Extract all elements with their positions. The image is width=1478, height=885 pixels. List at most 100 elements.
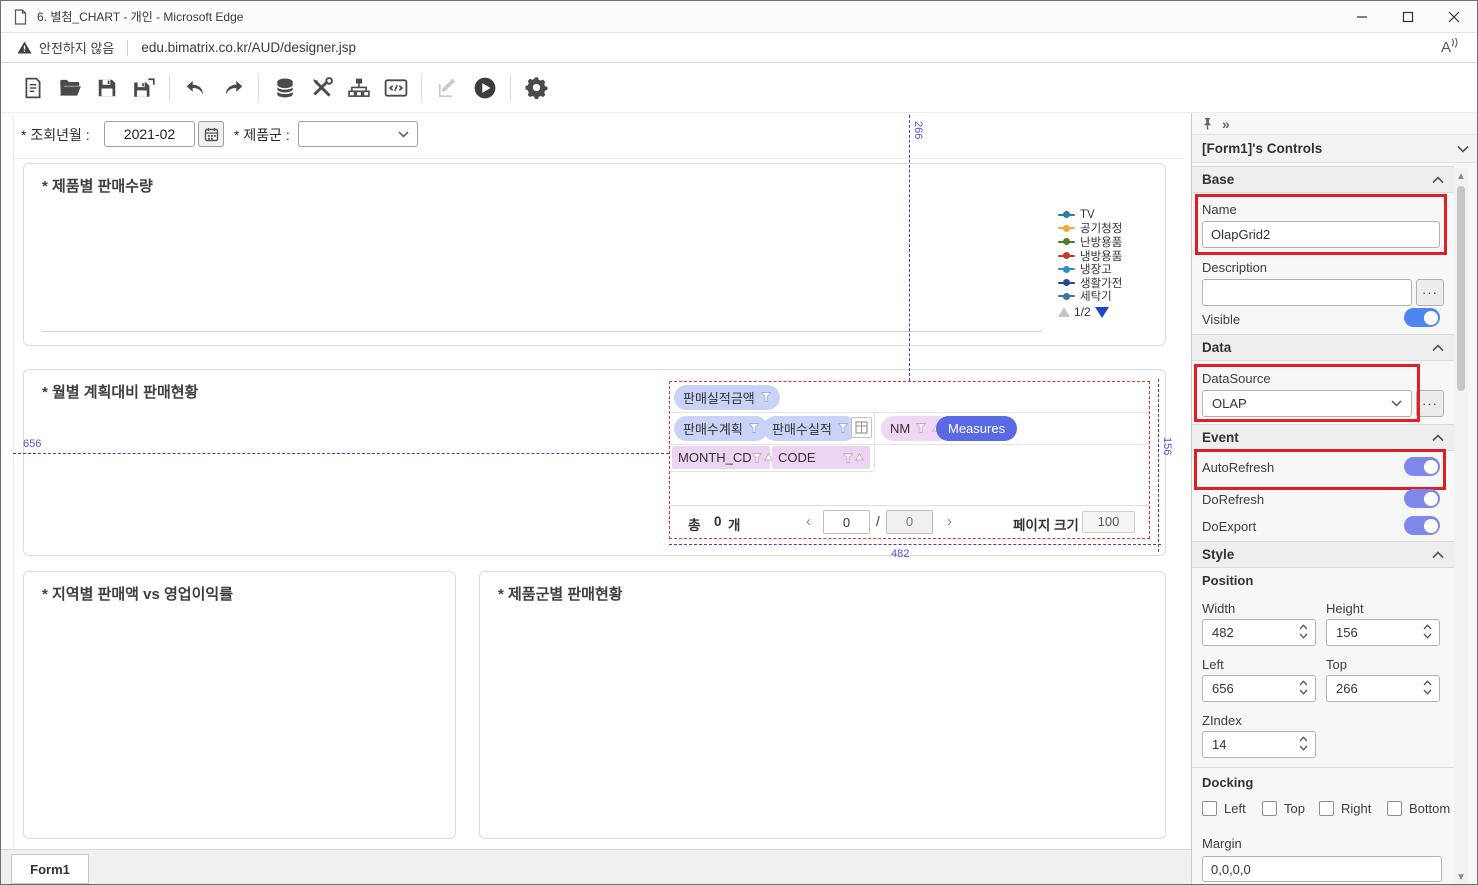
pin-icon[interactable] xyxy=(1202,117,1213,130)
tab-form1[interactable]: Form1 xyxy=(11,854,89,884)
read-aloud-icon[interactable]: A xyxy=(1441,39,1459,56)
total-value: 0 xyxy=(714,514,722,529)
url-text[interactable]: edu.bimatrix.co.kr/AUD/designer.jsp xyxy=(141,40,356,55)
close-button[interactable] xyxy=(1431,1,1477,32)
build-tools-icon[interactable] xyxy=(303,69,340,107)
save-icon[interactable] xyxy=(88,69,125,107)
olap-cell-code[interactable]: CODE xyxy=(772,446,870,469)
scroll-down-icon[interactable]: ▼ xyxy=(1456,872,1466,883)
guide-left-line xyxy=(13,453,669,454)
section-event[interactable]: Event xyxy=(1192,424,1454,451)
guide-height-label: 156 xyxy=(1161,437,1173,455)
name-label: Name xyxy=(1202,202,1237,217)
olap-cell-month-cd[interactable]: MONTH_CD xyxy=(672,446,770,469)
total-label: 총 xyxy=(688,514,700,534)
margin-input[interactable] xyxy=(1202,856,1442,882)
autorefresh-toggle[interactable] xyxy=(1404,457,1440,476)
section-base[interactable]: Base xyxy=(1192,166,1454,193)
page-slash: / xyxy=(876,514,880,529)
description-input[interactable] xyxy=(1202,279,1412,306)
guide-top-line xyxy=(909,115,910,381)
new-document-icon[interactable] xyxy=(14,69,51,107)
section-data[interactable]: Data xyxy=(1192,334,1454,361)
legend-marker xyxy=(1058,252,1075,260)
dorefresh-label: DoRefresh xyxy=(1202,492,1264,507)
page-size-box[interactable]: 100 xyxy=(1082,511,1135,533)
save-all-icon[interactable] xyxy=(125,69,162,107)
prev-page-icon[interactable]: ‹ xyxy=(806,512,811,532)
datasource-more-button[interactable]: ··· xyxy=(1416,390,1444,417)
datasource-label: DataSource xyxy=(1202,371,1271,386)
legend-item[interactable]: 세탁기 xyxy=(1058,290,1162,301)
left-stepper[interactable]: 656 xyxy=(1202,675,1316,702)
legend-page-indicator: 1/2 xyxy=(1074,305,1091,319)
total-unit: 개 xyxy=(728,514,740,534)
date-filter-label: * 조회년월 : xyxy=(21,125,90,145)
olap-measures-button[interactable]: Measures xyxy=(936,416,1017,441)
section-style[interactable]: Style xyxy=(1192,541,1454,568)
security-warning[interactable]: 안전하지 않음 xyxy=(17,38,114,57)
guide-left-label: 656 xyxy=(23,438,41,450)
name-input[interactable] xyxy=(1202,221,1440,248)
olap-layout-button[interactable] xyxy=(851,417,872,438)
dock-top-checkbox[interactable]: Top xyxy=(1262,801,1305,816)
scroll-up-icon[interactable]: ▲ xyxy=(1456,171,1466,182)
code-view-icon[interactable] xyxy=(377,69,414,107)
datasource-select[interactable]: OLAP xyxy=(1202,390,1412,417)
minimize-button[interactable] xyxy=(1339,1,1385,32)
calendar-icon xyxy=(204,127,219,142)
olap-grid-component[interactable]: 판매실적금액 판매수계획 판매수실적 xyxy=(669,381,1150,539)
olap-pill-sales-amount[interactable]: 판매실적금액 xyxy=(674,385,780,410)
collapse-panel-icon[interactable]: » xyxy=(1222,116,1230,132)
current-page-input[interactable] xyxy=(823,510,870,534)
height-stepper[interactable]: 156 xyxy=(1326,619,1440,646)
settings-icon[interactable] xyxy=(518,69,555,107)
olap-pill-actual-qty[interactable]: 판매수실적 xyxy=(763,416,857,441)
width-stepper[interactable]: 482 xyxy=(1202,619,1316,646)
doexport-toggle[interactable] xyxy=(1404,516,1440,535)
legend-page-down-icon[interactable] xyxy=(1095,307,1109,318)
scrollbar-thumb[interactable] xyxy=(1457,186,1465,391)
filter-icon xyxy=(749,423,759,433)
date-input[interactable] xyxy=(104,121,195,147)
open-folder-icon[interactable] xyxy=(51,69,88,107)
maximize-button[interactable] xyxy=(1385,1,1431,32)
next-page-icon[interactable]: › xyxy=(947,512,952,532)
autorefresh-label: AutoRefresh xyxy=(1202,460,1274,475)
chevron-up-icon xyxy=(1432,176,1444,184)
chevron-up-icon xyxy=(1432,434,1444,442)
legend-pager: 1/2 xyxy=(1058,305,1109,319)
dock-bottom-checkbox[interactable]: Bottom xyxy=(1387,801,1450,816)
olap-grid-footer: 총 0 개 ‹ / 0 › 페이지 크기 100 xyxy=(670,505,1149,538)
visible-label: Visible xyxy=(1202,312,1240,327)
properties-sidebar: » [Form1]'s Controls Base Name Descripti… xyxy=(1191,113,1478,885)
toolbar-separator xyxy=(510,74,511,102)
description-label: Description xyxy=(1202,260,1267,275)
visible-toggle[interactable] xyxy=(1404,308,1440,327)
doexport-label: DoExport xyxy=(1202,519,1256,534)
database-icon[interactable] xyxy=(266,69,303,107)
width-label: Width xyxy=(1202,601,1235,616)
dock-right-checkbox[interactable]: Right xyxy=(1319,801,1371,816)
dock-left-checkbox[interactable]: Left xyxy=(1202,801,1246,816)
title-bar: 6. 별첨_CHART - 개인 - Microsoft Edge xyxy=(1,1,1477,33)
top-stepper[interactable]: 266 xyxy=(1326,675,1440,702)
controls-panel-header[interactable]: [Form1]'s Controls xyxy=(1192,134,1478,163)
undo-icon[interactable] xyxy=(177,69,214,107)
redo-icon[interactable] xyxy=(214,69,251,107)
edit-icon xyxy=(429,69,466,107)
legend-page-up-icon[interactable] xyxy=(1058,307,1070,317)
product-select[interactable] xyxy=(298,121,418,147)
dorefresh-toggle[interactable] xyxy=(1404,489,1440,508)
hierarchy-icon[interactable] xyxy=(340,69,377,107)
chevron-down-icon xyxy=(1391,400,1402,407)
olap-pill-plan-qty[interactable]: 판매수계획 xyxy=(674,416,768,441)
filter-icon xyxy=(752,453,762,463)
zindex-stepper[interactable]: 14 xyxy=(1202,731,1316,758)
product-filter-label: * 제품군 : xyxy=(234,125,290,145)
calendar-button[interactable] xyxy=(198,121,224,147)
description-more-button[interactable]: ··· xyxy=(1416,279,1444,306)
edge-window: 6. 별첨_CHART - 개인 - Microsoft Edge 안전하지 않… xyxy=(0,0,1478,885)
sidebar-scrollbar[interactable]: ▲ ▼ xyxy=(1454,168,1468,885)
run-icon[interactable] xyxy=(466,69,503,107)
